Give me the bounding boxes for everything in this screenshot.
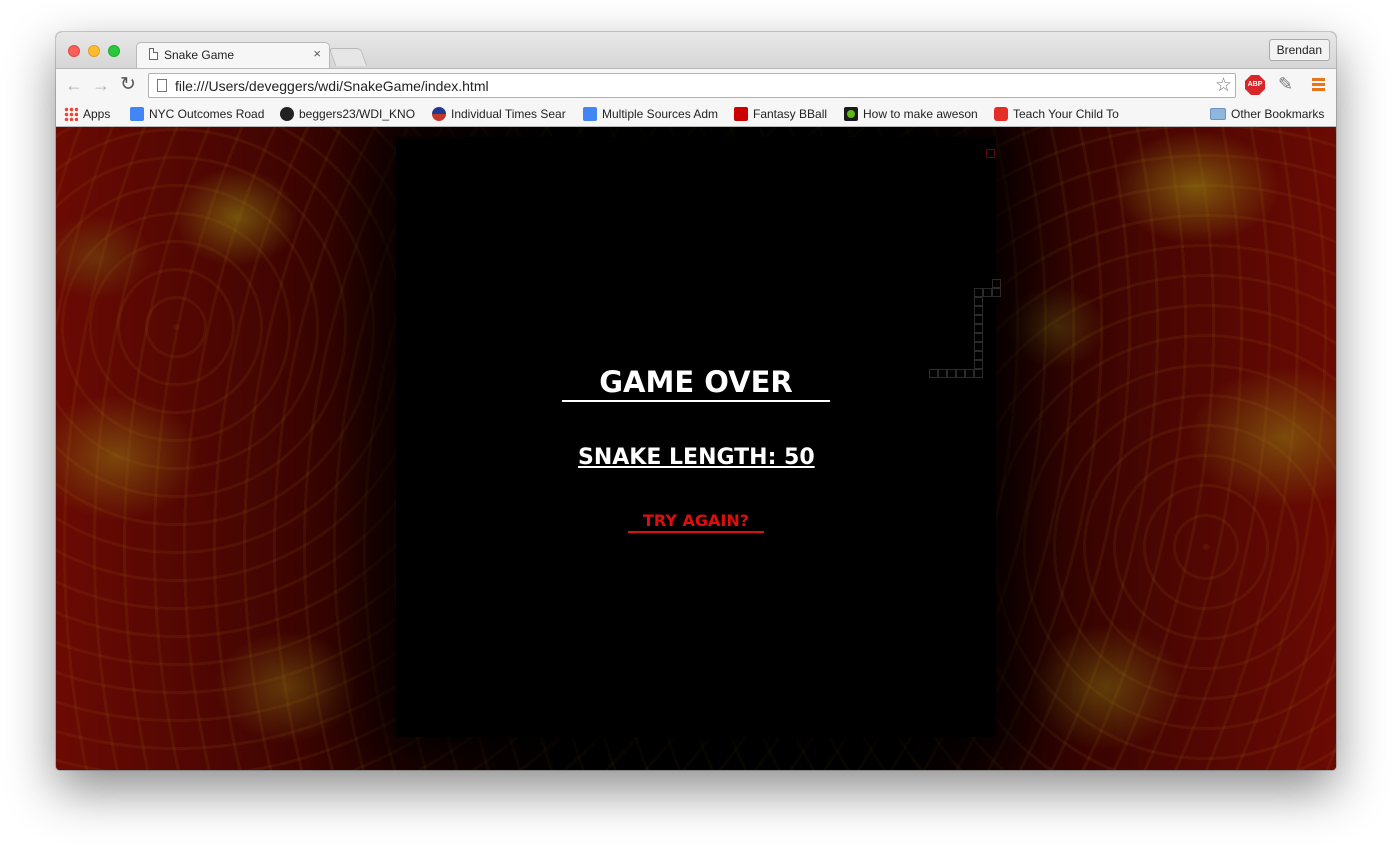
bookmark-label: Multiple Sources Adm <box>602 107 719 121</box>
bookmark-label: How to make aweson <box>863 107 978 121</box>
game-over-panel: GAME OVER SNAKE LENGTH: 50 TRY AGAIN? <box>56 127 1336 770</box>
page-icon <box>149 48 158 60</box>
google-docs-icon <box>583 107 597 121</box>
snake-length-score: SNAKE LENGTH: 50 <box>578 445 815 470</box>
apps-icon <box>64 107 78 121</box>
toolbar: ← → ↻ file:///Users/deveggers/wdi/SnakeG… <box>56 68 1336 103</box>
tab-snake-game[interactable]: Snake Game × <box>136 42 330 68</box>
adblock-plus-icon[interactable]: ABP <box>1245 75 1265 95</box>
profile-button[interactable]: Brendan <box>1268 39 1330 61</box>
bookmark-how-to-make[interactable]: How to make aweson <box>844 107 980 121</box>
youtube-icon <box>994 107 1008 121</box>
browser-window: Snake Game × Brendan ← → ↻ file:///Users… <box>56 32 1336 770</box>
bookmark-apps[interactable]: Apps <box>64 107 110 121</box>
other-bookmarks[interactable]: Other Bookmarks <box>1210 107 1324 121</box>
desktop: Snake Game × Brendan ← → ↻ file:///Users… <box>0 0 1392 850</box>
eyedropper-icon[interactable]: ✎ <box>1278 74 1293 95</box>
reload-icon[interactable]: ↻ <box>120 75 136 94</box>
usa-swimming-icon <box>432 107 446 121</box>
page-viewport: GAME OVER SNAKE LENGTH: 50 TRY AGAIN? <box>56 127 1336 770</box>
bookmark-label: beggers23/WDI_KNO <box>299 107 416 121</box>
tab-strip: Snake Game × Brendan <box>56 32 1336 68</box>
bookmark-github-repo[interactable]: beggers23/WDI_KNO <box>280 107 416 121</box>
page-icon <box>157 79 167 92</box>
bookmark-label: Teach Your Child To <box>1013 107 1119 121</box>
maximize-window-button[interactable] <box>108 45 120 57</box>
green-dot-icon <box>844 107 858 121</box>
bookmark-multiple-sources[interactable]: Multiple Sources Adm <box>583 107 719 121</box>
url-text[interactable]: file:///Users/deveggers/wdi/SnakeGame/in… <box>175 78 489 94</box>
bookmark-nyc-outcomes[interactable]: NYC Outcomes Road <box>130 107 266 121</box>
google-docs-icon <box>130 107 144 121</box>
close-window-button[interactable] <box>68 45 80 57</box>
tab-title: Snake Game <box>164 48 235 62</box>
forward-arrow-icon[interactable]: → <box>92 76 110 94</box>
close-tab-icon[interactable]: × <box>313 46 321 61</box>
espn-icon <box>734 107 748 121</box>
bookmark-fantasy-bball[interactable]: Fantasy BBall <box>734 107 827 121</box>
minimize-window-button[interactable] <box>88 45 100 57</box>
back-arrow-icon[interactable]: ← <box>65 76 83 94</box>
bookmark-individual-times[interactable]: Individual Times Sear <box>432 107 568 121</box>
bookmark-label: Fantasy BBall <box>753 107 828 121</box>
chrome-menu-icon[interactable] <box>1312 78 1325 93</box>
new-tab-button[interactable] <box>328 48 368 66</box>
bookmark-label: Individual Times Sear <box>451 107 566 121</box>
game-over-title: GAME OVER <box>562 364 830 402</box>
folder-icon <box>1210 108 1226 120</box>
address-bar[interactable]: file:///Users/deveggers/wdi/SnakeGame/in… <box>148 73 1236 98</box>
other-bookmarks-label: Other Bookmarks <box>1231 107 1325 121</box>
bookmark-star-icon[interactable]: ☆ <box>1215 74 1232 97</box>
bookmarks-bar: Apps NYC Outcomes Road beggers23/WDI_KNO… <box>56 103 1336 127</box>
github-icon <box>280 107 294 121</box>
bookmark-label: Apps <box>83 107 111 121</box>
bookmark-label: NYC Outcomes Road <box>149 107 265 121</box>
bookmark-teach-your-child[interactable]: Teach Your Child To <box>994 107 1130 121</box>
try-again-button[interactable]: TRY AGAIN? <box>628 511 764 533</box>
